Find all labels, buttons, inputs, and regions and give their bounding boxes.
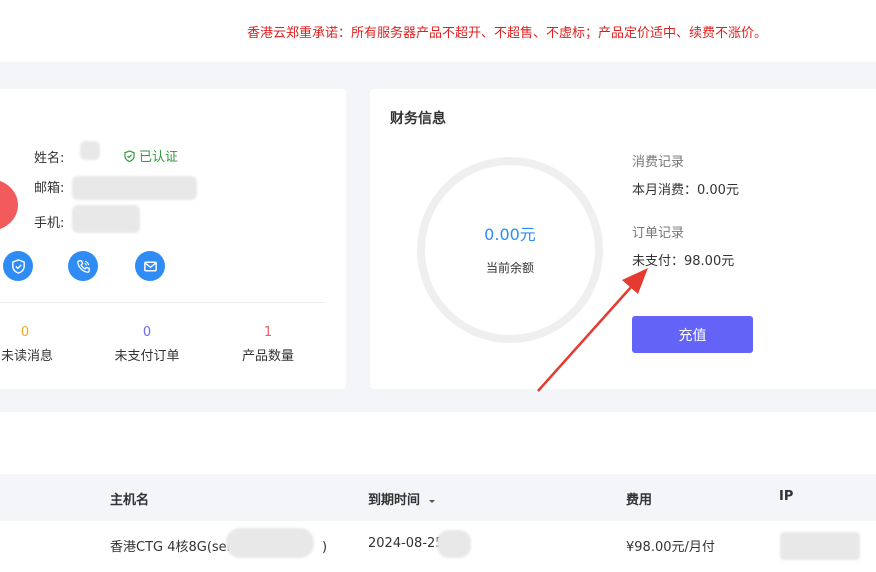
phone-icon	[76, 259, 90, 273]
notice-banner: 香港云郑重承诺：所有服务器产品不超开、不超售、不虚标；产品定价适中、续费不涨价。	[0, 0, 876, 62]
shield-icon	[124, 149, 135, 162]
verified-badge: 已认证	[124, 146, 178, 165]
notice-text: 香港云郑重承诺：所有服务器产品不超开、不超售、不虚标；产品定价适中、续费不涨价。	[247, 26, 768, 41]
order-title: 订单记录	[632, 226, 685, 241]
host-name-redacted	[226, 528, 314, 558]
finance-title: 财务信息	[390, 111, 446, 127]
email-label: 邮箱:	[34, 181, 65, 196]
mail-button[interactable]	[135, 251, 165, 281]
column-host: 主机名	[110, 493, 150, 508]
sort-icon[interactable]	[428, 496, 436, 506]
name-value-redacted	[80, 141, 100, 160]
column-expire-label: 到期时间	[368, 493, 421, 508]
host-name-text: 香港CTG 4核8G(ser	[110, 540, 233, 555]
phone-label: 手机:	[34, 216, 65, 231]
recharge-button[interactable]: 充值	[632, 316, 753, 353]
expire-time-redacted	[437, 530, 471, 558]
unread-messages-count[interactable]: 0	[0, 325, 65, 340]
balance-ring	[417, 157, 603, 343]
phone-value-redacted	[72, 205, 140, 233]
phone-button[interactable]	[68, 251, 98, 281]
name-label: 姓名:	[34, 151, 65, 166]
unpaid-orders-label[interactable]: 未支付订单	[102, 345, 192, 364]
email-value-redacted	[72, 176, 197, 200]
host-name-suffix: )	[322, 540, 328, 555]
product-count-label[interactable]: 产品数量	[223, 345, 313, 364]
shield-check-icon	[11, 258, 25, 274]
security-button[interactable]	[3, 251, 33, 281]
profile-divider	[0, 302, 326, 303]
verified-text: 已认证	[139, 150, 179, 165]
column-expire[interactable]: 到期时间	[368, 489, 436, 508]
consumption-title: 消费记录	[632, 155, 685, 170]
expire-date: 2024-08-25	[368, 536, 444, 551]
unpaid-orders-count[interactable]: 0	[107, 325, 187, 340]
profile-card	[0, 89, 346, 389]
product-count[interactable]: 1	[228, 325, 308, 340]
fee-value: ¥98.00元/月付	[626, 540, 715, 555]
mail-icon	[143, 261, 157, 271]
column-ip: IP	[779, 489, 794, 504]
consumption-text: 本月消费：0.00元	[632, 183, 739, 198]
unread-messages-label[interactable]: 未读消息	[0, 345, 72, 364]
order-text: 未支付：98.00元	[632, 254, 735, 269]
balance-value: 0.00元	[484, 225, 536, 244]
ip-redacted	[780, 532, 860, 560]
balance-label: 当前余额	[485, 261, 534, 275]
column-fee: 费用	[626, 493, 653, 508]
